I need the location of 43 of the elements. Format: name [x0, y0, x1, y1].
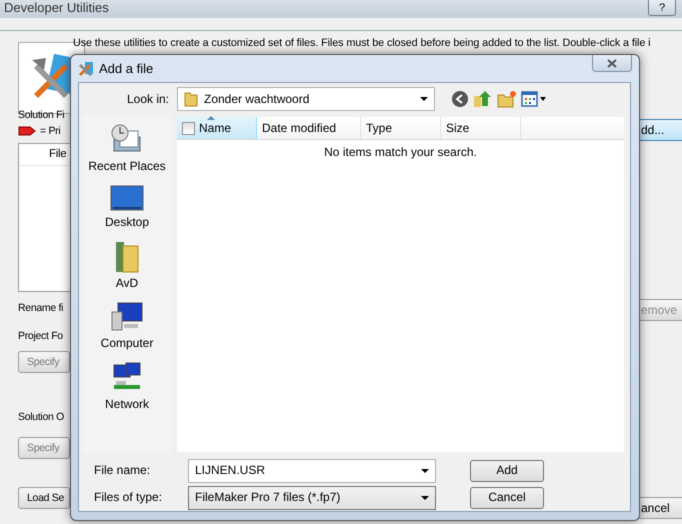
- monitor-icon: [110, 183, 144, 214]
- dialog-title: Add a file: [99, 60, 154, 76]
- column-header[interactable]: Date modified: [257, 117, 361, 139]
- load-button[interactable]: Load Se: [18, 486, 70, 509]
- add-button[interactable]: Add: [470, 460, 544, 482]
- file-type-dropdown[interactable]: FileMaker Pro 7 files (*.fp7): [188, 486, 436, 510]
- legend-text: = Pri: [40, 124, 60, 138]
- column-header[interactable]: Name: [177, 117, 257, 139]
- close-button[interactable]: [592, 55, 632, 72]
- column-header[interactable]: Type: [361, 117, 441, 139]
- field-label: File name:: [94, 463, 152, 478]
- place-item[interactable]: Computer: [100, 300, 154, 351]
- description-text: Use these utilities to create a customized set of files. Files must be closed before being added to the list. Double-click a file i: [73, 37, 652, 50]
- field-label: Files of type:: [94, 490, 164, 505]
- column-header[interactable]: Size: [441, 117, 521, 139]
- user-folder-icon: [114, 240, 140, 274]
- field-label: Look in:: [126, 92, 170, 106]
- window-title: Developer Utilities: [4, 0, 109, 16]
- place-item[interactable]: AvD: [114, 240, 140, 290]
- back-icon[interactable]: [451, 90, 469, 108]
- section-label: Solution Fi: [18, 109, 66, 122]
- empty-message: No items match your search.: [323, 144, 478, 160]
- cancel-button[interactable]: Cancel: [470, 486, 544, 508]
- folder-icon: [184, 91, 198, 107]
- look-in-dropdown[interactable]: Zonder wachtwoord: [177, 87, 435, 111]
- view-menu-icon[interactable]: [521, 91, 547, 107]
- field-label: Rename fi: [18, 302, 64, 315]
- folder-up-icon[interactable]: [473, 90, 493, 108]
- close-icon: [606, 58, 618, 68]
- place-item[interactable]: Network: [104, 360, 149, 411]
- new-folder-icon[interactable]: [497, 90, 517, 108]
- sort-arrow-icon: [207, 116, 215, 120]
- place-item[interactable]: Desktop: [104, 183, 150, 230]
- field-label: Project Fo: [18, 330, 64, 342]
- place-item[interactable]: Recent Places: [88, 123, 166, 174]
- specify-button[interactable]: Specify: [18, 351, 70, 374]
- specify-button[interactable]: Specify: [18, 436, 70, 459]
- cancel-button[interactable]: ancel: [636, 497, 682, 519]
- primary-marker-icon: [18, 126, 36, 136]
- field-label: Solution O: [18, 411, 66, 424]
- select-all-checkbox[interactable]: [182, 122, 195, 134]
- file-name-field[interactable]: LIJNEN.USR: [188, 458, 436, 482]
- help-button[interactable]: ?: [648, 0, 676, 16]
